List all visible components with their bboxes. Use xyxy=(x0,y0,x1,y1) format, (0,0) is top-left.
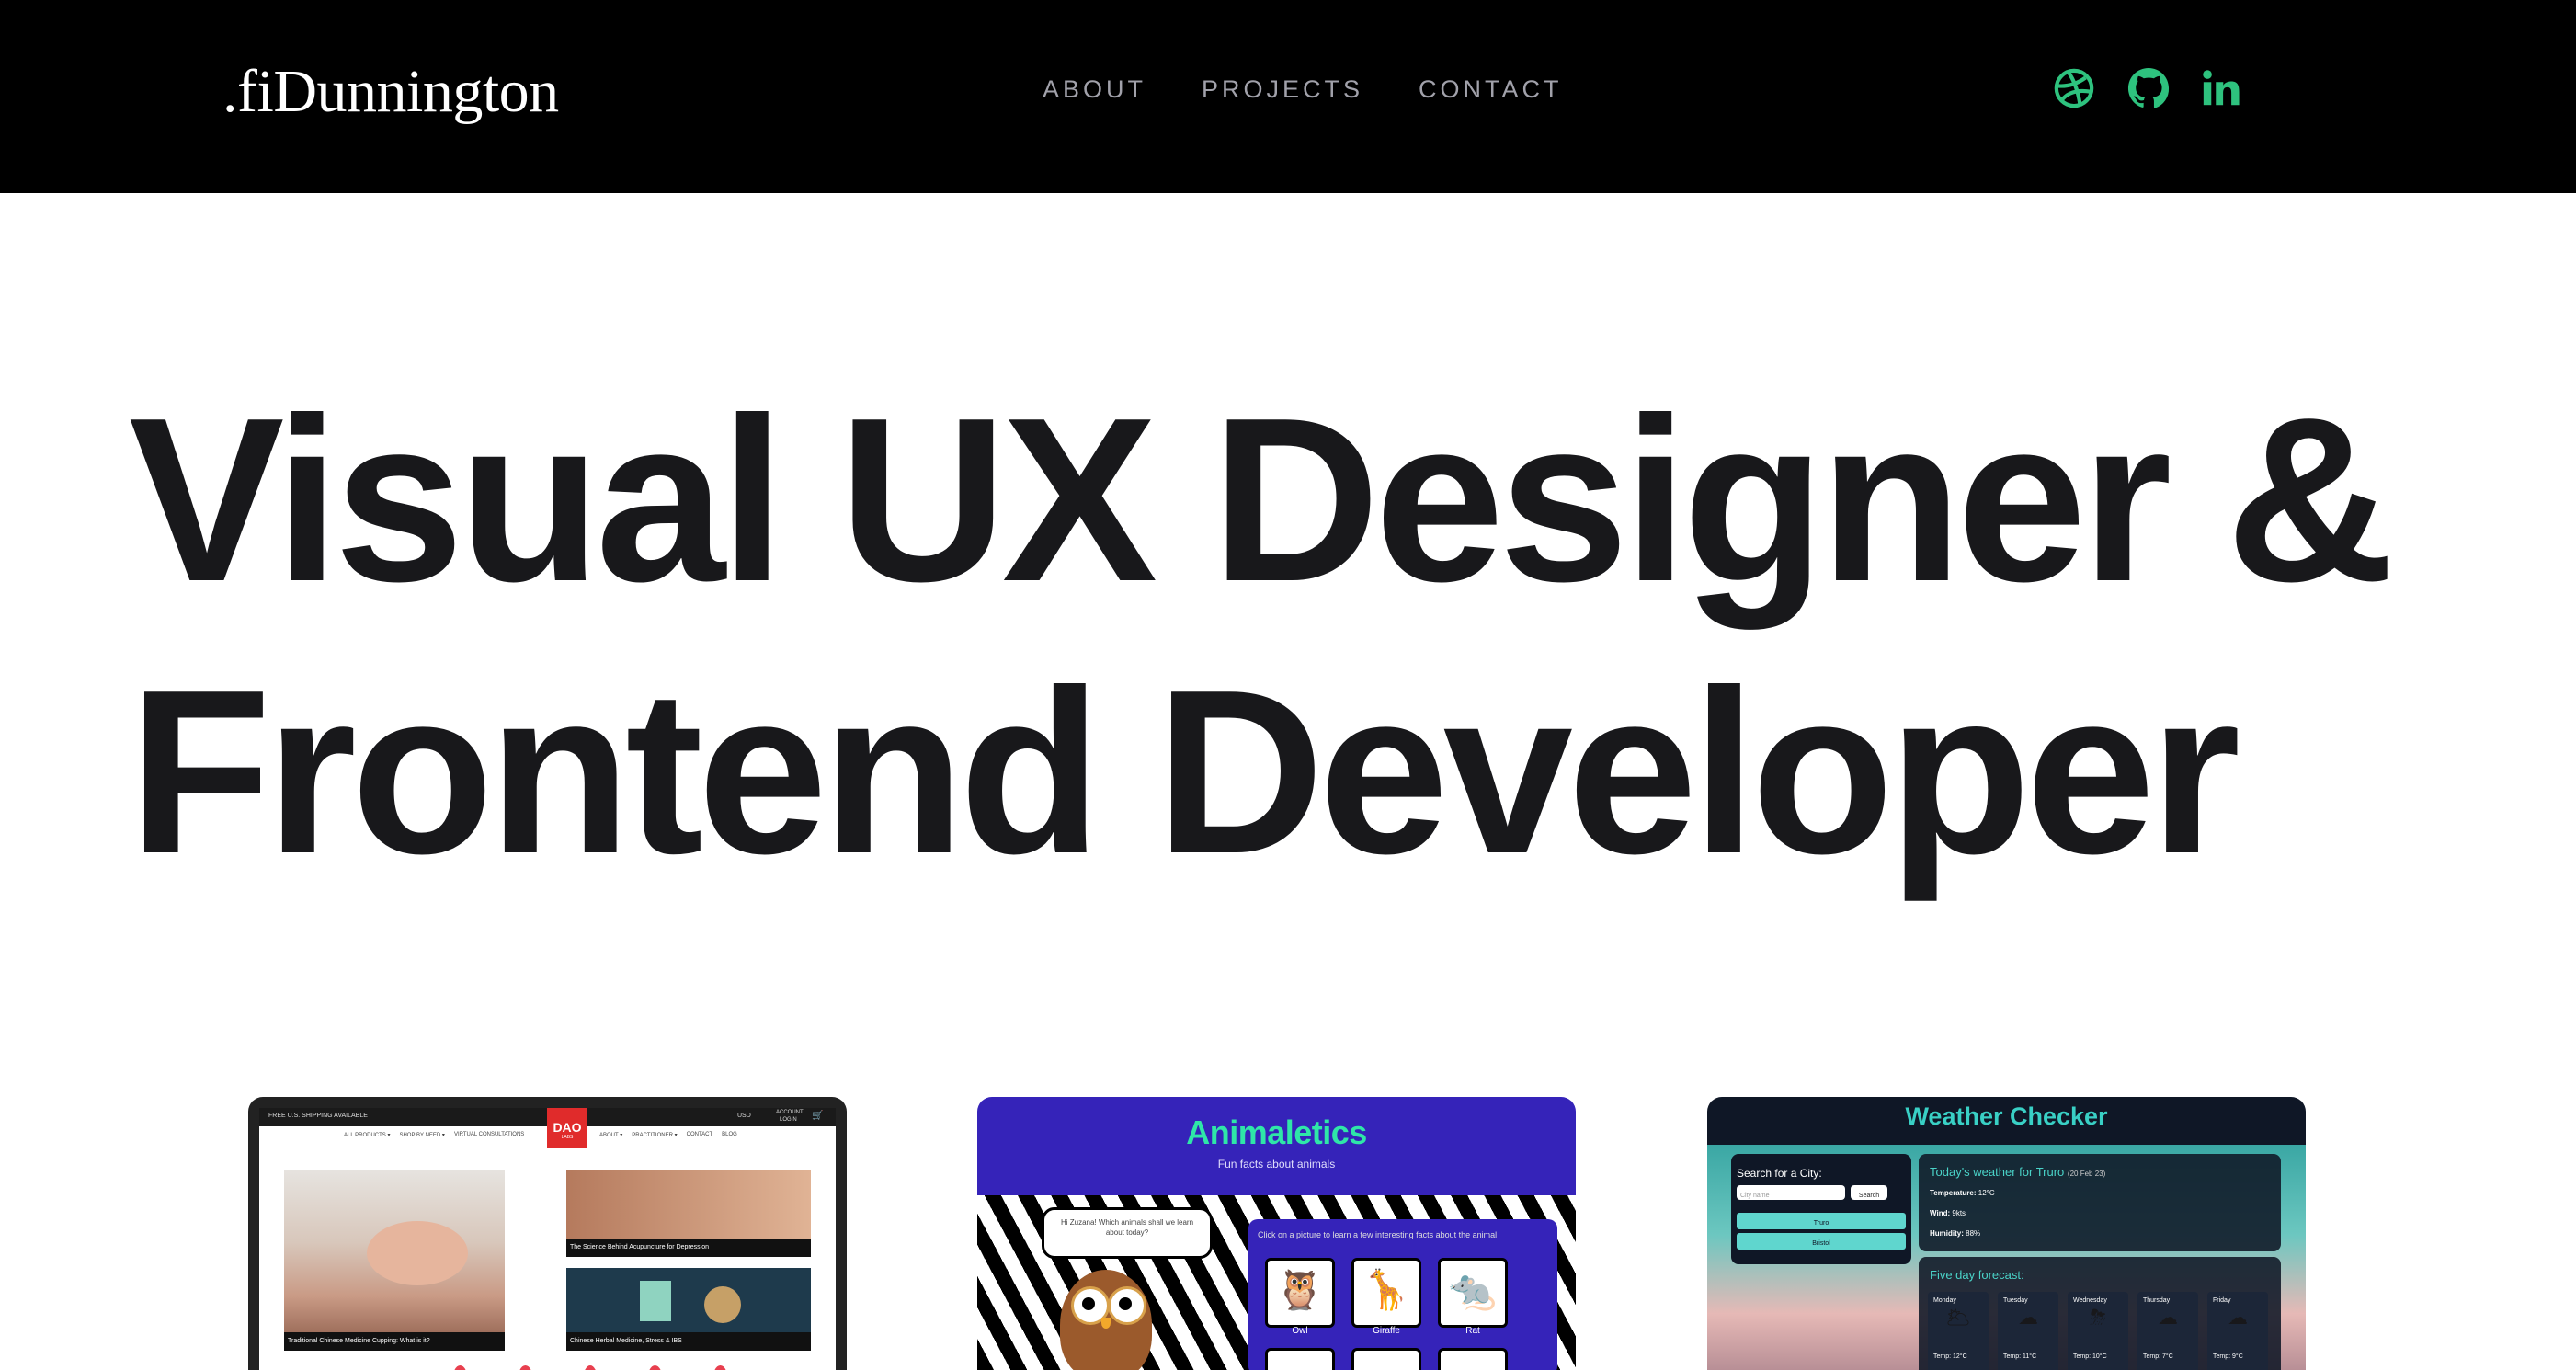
dao-article-title: Chinese Herbal Medicine, Stress & IBS xyxy=(570,1338,682,1344)
today-heading: Today's weather for Truro (20 Feb 23) xyxy=(1930,1165,2106,1179)
hero-line-2: Frontend Developer xyxy=(129,641,2240,902)
hero-heading: Visual UX Designer & Frontend Developer xyxy=(129,363,2519,908)
animal-label: Owl xyxy=(1292,1326,1308,1336)
forecast-day-card: Thursday ☁ Temp: 7°C xyxy=(2137,1292,2198,1370)
owl-icon: 🦉 xyxy=(1275,1268,1325,1311)
cart-icon[interactable]: 🛒 xyxy=(812,1112,823,1121)
rat-icon: 🐀 xyxy=(1448,1268,1498,1311)
storm-icon: ⛈ xyxy=(2090,1306,2106,1329)
animal-tile-owl[interactable]: 🦉 xyxy=(1265,1258,1335,1328)
animal-label: Giraffe xyxy=(1373,1326,1400,1336)
dao-menu: ALL PRODUCTS ▾ SHOP BY NEED ▾ VIRTUAL CO… xyxy=(344,1132,524,1138)
dao-menu-item[interactable]: ABOUT ▾ xyxy=(599,1132,622,1138)
dao-screen: FREE U.S. SHIPPING AVAILABLE USD ACCOUNT… xyxy=(259,1108,836,1370)
cloud-icon: ☁ xyxy=(2018,1306,2038,1329)
search-panel: Search for a City: City name Search Trur… xyxy=(1731,1154,1911,1264)
dao-article-herbal[interactable]: Chinese Herbal Medicine, Stress & IBS xyxy=(566,1268,811,1351)
site-logo[interactable]: .fiDunnington xyxy=(222,48,559,136)
project-card-animaletics[interactable]: Animaletics Fun facts about animals Hi Z… xyxy=(977,1097,1576,1370)
dao-article-acupuncture[interactable]: The Science Behind Acupuncture for Depre… xyxy=(566,1170,811,1257)
animaletics-title: Animaletics xyxy=(1186,1113,1367,1151)
dao-article-title: Traditional Chinese Medicine Cupping: Wh… xyxy=(288,1338,430,1344)
cloud-icon: ☁ xyxy=(2228,1306,2248,1329)
dao-menu-right: ABOUT ▾ PRACTITIONER ▾ CONTACT BLOG xyxy=(599,1132,737,1138)
dao-menu-item[interactable]: PRACTITIONER ▾ xyxy=(632,1132,677,1138)
giraffe-icon: 🦒 xyxy=(1362,1268,1411,1311)
forecast-heading: Five day forecast: xyxy=(1930,1268,2024,1282)
animal-panel: Click on a picture to learn a few intere… xyxy=(1248,1219,1557,1370)
animal-tile[interactable] xyxy=(1265,1348,1335,1370)
linkedin-link[interactable] xyxy=(2200,63,2242,114)
cloud-sun-icon: 🌥 xyxy=(1945,1306,1971,1329)
forecast-panel: Five day forecast: Monday 🌥 Temp: 12°C T… xyxy=(1919,1257,2281,1370)
forecast-day-card: Wednesday ⛈ Temp: 10°C xyxy=(2068,1292,2128,1370)
dao-menu-item[interactable]: ALL PRODUCTS ▾ xyxy=(344,1132,390,1138)
github-link[interactable] xyxy=(2127,63,2170,114)
dao-shipping-text: FREE U.S. SHIPPING AVAILABLE xyxy=(268,1113,368,1119)
dao-article-title: The Science Behind Acupuncture for Depre… xyxy=(570,1244,709,1250)
dribbble-icon xyxy=(2054,68,2094,108)
search-button[interactable]: Search xyxy=(1851,1185,1887,1200)
linkedin-icon xyxy=(2203,70,2240,106)
weather-title: Weather Checker xyxy=(1905,1102,2108,1130)
dao-menu-item[interactable]: VIRTUAL CONSULTATIONS xyxy=(454,1132,524,1138)
animaletics-subtitle: Fun facts about animals xyxy=(1217,1158,1336,1170)
main-nav: ABOUT PROJECTS CONTACT xyxy=(1043,64,1563,114)
project-card-dao[interactable]: FREE U.S. SHIPPING AVAILABLE USD ACCOUNT… xyxy=(248,1097,847,1370)
cloud-icon: ☁ xyxy=(2158,1306,2178,1329)
dribbble-link[interactable] xyxy=(2053,63,2095,114)
dao-menu-item[interactable]: CONTACT xyxy=(687,1132,713,1138)
animal-tile[interactable] xyxy=(1438,1348,1508,1370)
dao-login[interactable]: LOGIN xyxy=(780,1117,797,1123)
nav-projects[interactable]: PROJECTS xyxy=(1202,64,1363,114)
recent-city-button[interactable]: Truro xyxy=(1737,1213,1906,1229)
forecast-day-card: Monday 🌥 Temp: 12°C xyxy=(1928,1292,1989,1370)
nav-about[interactable]: ABOUT xyxy=(1043,64,1146,114)
dao-article-cupping[interactable]: Traditional Chinese Medicine Cupping: Wh… xyxy=(284,1170,505,1351)
search-label: Search for a City: xyxy=(1737,1167,1822,1180)
today-humidity: Humidity: 88% xyxy=(1930,1229,1981,1238)
recent-city-button[interactable]: Bristol xyxy=(1737,1233,1906,1250)
dao-menu-item[interactable]: SHOP BY NEED ▾ xyxy=(399,1132,444,1138)
animal-tile[interactable] xyxy=(1351,1348,1421,1370)
today-temperature: Temperature: 12°C xyxy=(1930,1189,1995,1197)
animal-instruction: Click on a picture to learn a few intere… xyxy=(1258,1230,1498,1239)
project-card-weather[interactable]: Weather Checker Search for a City: City … xyxy=(1707,1097,2306,1370)
speech-bubble: Hi Zuzana! Which animals shall we learn … xyxy=(1042,1207,1213,1259)
animal-tile-rat[interactable]: 🐀 xyxy=(1438,1258,1508,1328)
dao-account[interactable]: ACCOUNT xyxy=(776,1110,804,1115)
city-search-input[interactable]: City name xyxy=(1737,1185,1845,1200)
back-image xyxy=(367,1221,468,1285)
forecast-day-card: Friday ☁ Temp: 9°C xyxy=(2207,1292,2268,1370)
nav-contact[interactable]: CONTACT xyxy=(1419,64,1563,114)
owl-mascot xyxy=(1051,1261,1161,1370)
site-header: .fiDunnington ABOUT PROJECTS CONTACT xyxy=(0,0,2576,193)
forecast-day-card: Tuesday ☁ Temp: 11°C xyxy=(1998,1292,2058,1370)
dao-logo[interactable]: DAO LABS xyxy=(547,1108,587,1148)
hero-line-1: Visual UX Designer & xyxy=(129,369,2395,630)
dao-badges xyxy=(452,1365,728,1370)
github-icon xyxy=(2127,67,2170,108)
today-weather-panel: Today's weather for Truro (20 Feb 23) Te… xyxy=(1919,1154,2281,1251)
animal-label: Rat xyxy=(1465,1326,1480,1336)
dao-currency[interactable]: USD xyxy=(737,1113,751,1119)
today-wind: Wind: 9kts xyxy=(1930,1209,1966,1217)
dao-menu-item[interactable]: BLOG xyxy=(722,1132,737,1138)
animal-tile-giraffe[interactable]: 🦒 xyxy=(1351,1258,1421,1328)
